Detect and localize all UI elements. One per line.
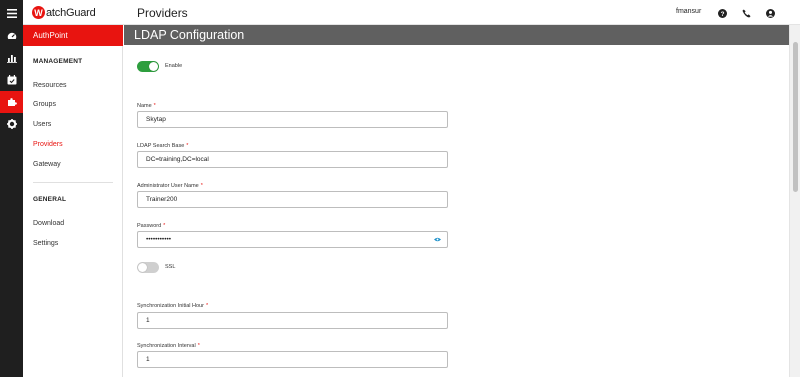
- page-header: LDAP Configuration: [124, 25, 789, 45]
- header-title: Providers: [137, 6, 188, 20]
- nav-sidebar: AuthPoint MANAGEMENT Resources Groups Us…: [23, 25, 123, 377]
- username[interactable]: fmansur: [676, 8, 701, 15]
- nav-divider: [33, 182, 113, 183]
- sidebar-item-providers[interactable]: Providers: [33, 141, 63, 148]
- enable-label: Enable: [165, 63, 183, 69]
- name-label: Name *: [137, 103, 156, 109]
- ldap-search-base-label: LDAP Search Base *: [137, 143, 189, 149]
- help-icon[interactable]: ?: [717, 8, 727, 18]
- top-header: W atchGuard Providers fmansur ?: [23, 0, 800, 25]
- ssl-label: SSL: [165, 264, 176, 270]
- icon-rail: [0, 0, 23, 377]
- scrollbar[interactable]: [789, 25, 800, 377]
- puzzle-icon[interactable]: [0, 91, 23, 113]
- eye-icon[interactable]: [434, 237, 441, 242]
- ssl-toggle[interactable]: [137, 262, 159, 273]
- main-content: LDAP Configuration Enable Name* LDAP Sea…: [124, 25, 789, 377]
- scroll-thumb[interactable]: [793, 42, 798, 192]
- admin-user-name-label: Administrator User Name *: [137, 183, 203, 189]
- password-label: Password *: [137, 223, 166, 229]
- menu-icon[interactable]: [0, 2, 23, 24]
- dashboard-icon[interactable]: [0, 25, 23, 47]
- sidebar-item-groups[interactable]: Groups: [33, 101, 56, 108]
- phone-icon[interactable]: [741, 8, 751, 18]
- page-title: LDAP Configuration: [134, 28, 245, 42]
- sidebar-item-gateway[interactable]: Gateway: [33, 161, 61, 168]
- name-field[interactable]: [137, 111, 448, 128]
- logo-mark: W: [32, 6, 45, 19]
- section-heading-general: GENERAL: [33, 196, 67, 203]
- sync-interval-field[interactable]: [137, 351, 448, 368]
- sidebar-item-settings[interactable]: Settings: [33, 240, 58, 247]
- admin-user-name-field[interactable]: [137, 191, 448, 208]
- sidebar-item-download[interactable]: Download: [33, 220, 64, 227]
- sync-interval-label: Synchronization Interval *: [137, 343, 200, 349]
- reports-icon[interactable]: [0, 47, 23, 69]
- watchguard-logo[interactable]: W atchGuard: [32, 4, 96, 21]
- sync-initial-hour-field[interactable]: [137, 312, 448, 329]
- gear-icon[interactable]: [0, 113, 23, 135]
- password-field[interactable]: [137, 231, 448, 248]
- ldap-search-base-field[interactable]: [137, 151, 448, 168]
- svg-text:?: ?: [720, 10, 724, 17]
- sync-initial-hour-label: Synchronization Initial Hour *: [137, 303, 209, 309]
- section-heading-management: MANAGEMENT: [33, 58, 83, 65]
- user-account-icon[interactable]: [765, 8, 775, 18]
- enable-toggle[interactable]: [137, 61, 159, 72]
- logo-wordmark: atchGuard: [46, 6, 96, 19]
- product-name[interactable]: AuthPoint: [23, 25, 123, 46]
- sidebar-item-resources[interactable]: Resources: [33, 82, 66, 89]
- sidebar-item-users[interactable]: Users: [33, 121, 51, 128]
- calendar-icon[interactable]: [0, 69, 23, 91]
